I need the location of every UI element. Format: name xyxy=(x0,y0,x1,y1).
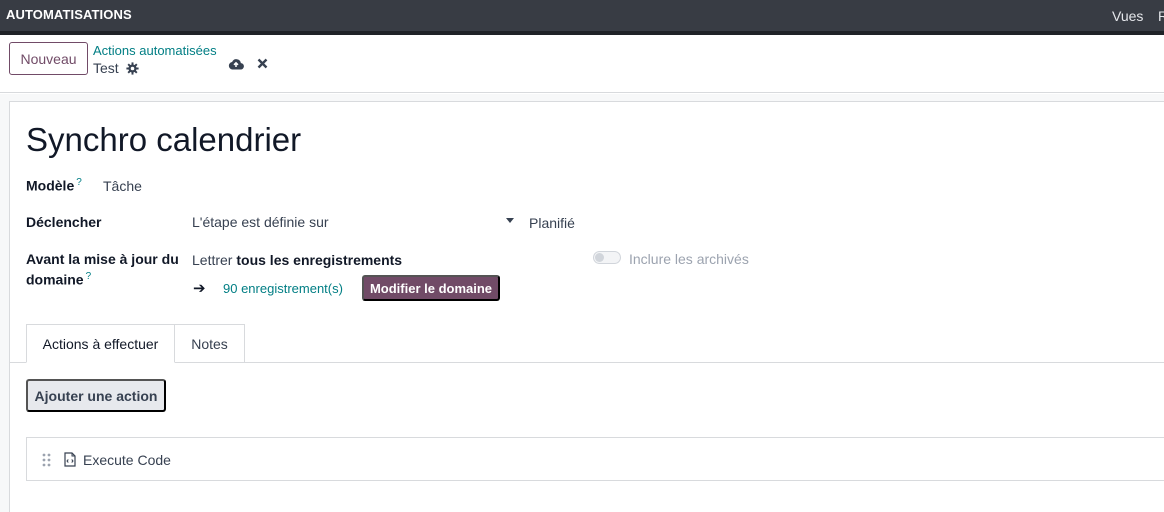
app-title[interactable]: AUTOMATISATIONS xyxy=(6,7,132,22)
control-panel: Nouveau Actions automatisées Test xyxy=(0,35,1164,93)
edit-domain-button[interactable]: Modifier le domaine xyxy=(362,275,500,301)
records-count-link[interactable]: 90 enregistrement(s) xyxy=(223,281,343,296)
tab-notes[interactable]: Notes xyxy=(174,324,245,362)
trigger-select-value: L'étape est définie sur xyxy=(192,214,329,230)
arrow-right-icon: ➔ xyxy=(193,280,206,297)
list-item[interactable]: Execute Code xyxy=(26,437,1164,481)
help-icon[interactable]: ? xyxy=(86,271,92,282)
archived-toggle-label[interactable]: Inclure les archivés xyxy=(629,251,749,267)
record-breadcrumb: Test xyxy=(93,60,139,76)
drag-handle-icon[interactable] xyxy=(42,453,51,467)
domain-label-text: domaine xyxy=(26,271,84,288)
archived-toggle[interactable] xyxy=(593,251,621,264)
toggle-knob xyxy=(595,253,604,262)
domain-label-line1: Avant la mise à jour du xyxy=(26,251,179,267)
gear-icon[interactable] xyxy=(126,61,139,75)
cloud-upload-icon[interactable] xyxy=(228,57,244,70)
help-icon[interactable]: ? xyxy=(76,177,82,188)
tab-actions[interactable]: Actions à effectuer xyxy=(26,324,175,363)
domain-summary: Lettrer tous les enregistrements xyxy=(192,252,402,268)
model-label: Modèle? xyxy=(26,177,82,194)
menu-vues[interactable]: Vues xyxy=(1112,8,1143,24)
domain-label-line2: domaine? xyxy=(26,271,91,288)
model-value: Tâche xyxy=(103,178,142,194)
record-name: Test xyxy=(93,60,119,76)
menu-truncated[interactable]: R xyxy=(1158,8,1164,24)
code-file-icon xyxy=(64,452,76,467)
trigger-label: Déclencher xyxy=(26,214,102,230)
record-title[interactable]: Synchro calendrier xyxy=(26,121,301,159)
new-button[interactable]: Nouveau xyxy=(9,42,88,75)
domain-scope: tous les enregistrements xyxy=(236,252,403,268)
action-label: Execute Code xyxy=(83,452,171,468)
trigger-select[interactable]: L'étape est définie sur xyxy=(192,213,514,233)
add-action-button[interactable]: Ajouter une action xyxy=(26,379,166,412)
domain-prefix: Lettrer xyxy=(192,252,233,268)
top-navbar: AUTOMATISATIONS Vues R xyxy=(0,0,1164,31)
breadcrumb-link[interactable]: Actions automatisées xyxy=(93,43,217,58)
close-icon[interactable] xyxy=(257,58,268,69)
chevron-down-icon xyxy=(506,218,514,223)
model-label-text: Modèle xyxy=(26,177,75,194)
tabs-divider xyxy=(10,362,1164,363)
trigger-stage[interactable]: Planifié xyxy=(529,215,575,231)
